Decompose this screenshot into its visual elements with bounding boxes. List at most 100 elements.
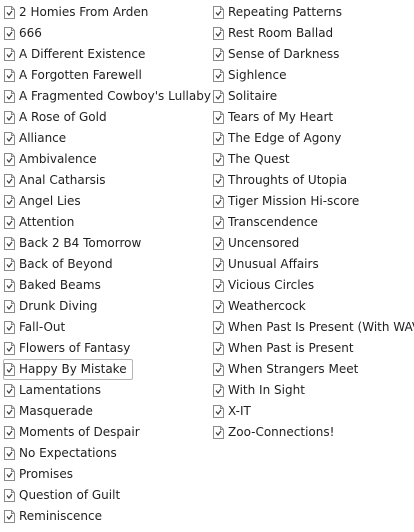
audio-file-icon (4, 447, 19, 460)
file-name-label: Anal Catharsis (19, 173, 106, 187)
file-list-item[interactable]: Uncensored (212, 233, 305, 254)
file-list-item[interactable]: Throughts of Utopia (212, 170, 353, 191)
file-list-item[interactable]: A Forgotten Farewell (3, 65, 148, 86)
file-list-item[interactable]: Solitaire (212, 86, 283, 107)
file-list-item[interactable]: With In Sight (212, 380, 311, 401)
file-list-item[interactable]: Repeating Patterns (212, 2, 348, 23)
file-list-item[interactable]: Attention (3, 212, 80, 233)
file-list-item[interactable]: The Quest (212, 149, 296, 170)
audio-file-icon (4, 426, 19, 439)
file-list-item[interactable]: Transcendence (212, 212, 324, 233)
audio-file-icon (4, 237, 19, 250)
audio-file-icon (4, 321, 19, 334)
audio-file-icon (4, 489, 19, 502)
file-list: 2 Homies From Arden 666 A Different Existe… (0, 0, 414, 532)
file-list-item[interactable]: When Past is Present (212, 338, 360, 359)
audio-file-icon (213, 216, 228, 229)
file-name-label: A Forgotten Farewell (19, 68, 142, 82)
file-list-item[interactable]: A Different Existence (3, 44, 151, 65)
file-list-item[interactable]: Zoo-Connections! (212, 422, 340, 443)
file-list-item[interactable]: Happy By Mistake (3, 359, 133, 380)
file-list-item[interactable]: A Rose of Gold (3, 107, 113, 128)
file-list-column-left: 2 Homies From Arden 666 A Different Existe… (3, 2, 211, 527)
file-list-item[interactable]: Promises (3, 464, 79, 485)
file-name-label: 2 Homies From Arden (19, 5, 149, 19)
audio-file-icon (4, 363, 19, 376)
file-list-item[interactable]: Masquerade (3, 401, 99, 422)
audio-file-icon (213, 237, 228, 250)
file-list-item[interactable]: When Strangers Meet (212, 359, 364, 380)
file-list-item[interactable]: Moments of Despair (3, 422, 146, 443)
file-list-column-right: Repeating Patterns Rest Room Ballad Sense … (212, 2, 414, 443)
audio-file-icon (4, 279, 19, 292)
audio-file-icon (213, 48, 228, 61)
file-name-label: A Rose of Gold (19, 110, 107, 124)
file-list-item[interactable]: Anal Catharsis (3, 170, 111, 191)
file-name-label: The Quest (228, 152, 290, 166)
file-name-label: When Past is Present (228, 341, 354, 355)
file-list-item[interactable]: No Expectations (3, 443, 123, 464)
file-list-item[interactable]: A Fragmented Cowboy's Lullaby (3, 86, 217, 107)
file-name-label: Fall-Out (19, 320, 66, 334)
file-name-label: Weathercock (228, 299, 306, 313)
file-name-label: Rest Room Ballad (228, 26, 334, 40)
file-list-item[interactable]: Ambivalence (3, 149, 103, 170)
audio-file-icon (213, 153, 228, 166)
file-list-item[interactable]: 2 Homies From Arden (3, 2, 154, 23)
file-name-label: Vicious Circles (228, 278, 315, 292)
file-name-label: Tiger Mission Hi-score (228, 194, 360, 208)
audio-file-icon (213, 426, 228, 439)
audio-file-icon (213, 321, 228, 334)
file-name-label: The Edge of Agony (228, 131, 342, 145)
audio-file-icon (4, 111, 19, 124)
file-list-item[interactable]: Sense of Darkness (212, 44, 345, 65)
file-name-label: Attention (19, 215, 75, 229)
audio-file-icon (4, 468, 19, 481)
file-list-item[interactable]: Sighlence (212, 65, 292, 86)
file-list-item[interactable]: Rest Room Ballad (212, 23, 339, 44)
audio-file-icon (4, 216, 19, 229)
file-list-item[interactable]: Vicious Circles (212, 275, 320, 296)
file-name-label: When Strangers Meet (228, 362, 359, 376)
file-list-item[interactable]: Unusual Affairs (212, 254, 325, 275)
file-list-item[interactable]: Lamentations (3, 380, 107, 401)
audio-file-icon (213, 6, 228, 19)
file-name-label: Promises (19, 467, 73, 481)
file-name-label: Zoo-Connections! (228, 425, 335, 439)
file-name-label: Solitaire (228, 89, 278, 103)
file-list-item[interactable]: Weathercock (212, 296, 312, 317)
file-list-item[interactable]: Tears of My Heart (212, 107, 339, 128)
file-name-label: Sighlence (228, 68, 287, 82)
audio-file-icon (4, 342, 19, 355)
file-list-item[interactable]: Tiger Mission Hi-score (212, 191, 365, 212)
file-name-label: Flowers of Fantasy (19, 341, 131, 355)
file-list-item[interactable]: Fall-Out (3, 317, 71, 338)
file-list-item[interactable]: Back 2 B4 Tomorrow (3, 233, 147, 254)
audio-file-icon (213, 405, 228, 418)
audio-file-icon (4, 27, 19, 40)
file-list-item[interactable]: X-IT (212, 401, 257, 422)
file-list-item[interactable]: Question of Guilt (3, 485, 126, 506)
file-name-label: A Different Existence (19, 47, 146, 61)
file-name-label: Alliance (19, 131, 67, 145)
file-list-item[interactable]: Drunk Diving (3, 296, 103, 317)
audio-file-icon (4, 405, 19, 418)
file-list-item[interactable]: When Past Is Present (With WAVE) (212, 317, 414, 338)
file-name-label: Masquerade (19, 404, 93, 418)
file-list-item[interactable]: Angel Lies (3, 191, 87, 212)
audio-file-icon (213, 300, 228, 313)
audio-file-icon (213, 279, 228, 292)
file-list-item[interactable]: Back of Beyond (3, 254, 119, 275)
audio-file-icon (4, 384, 19, 397)
file-name-label: When Past Is Present (With WAVE) (228, 320, 414, 334)
audio-file-icon (213, 69, 228, 82)
file-list-item[interactable]: Flowers of Fantasy (3, 338, 136, 359)
file-list-item[interactable]: Alliance (3, 128, 72, 149)
file-list-item[interactable]: The Edge of Agony (212, 128, 347, 149)
audio-file-icon (213, 342, 228, 355)
file-name-label: A Fragmented Cowboy's Lullaby (19, 89, 211, 103)
file-list-item[interactable]: Reminiscence (3, 506, 108, 527)
file-list-item[interactable]: Baked Beams (3, 275, 107, 296)
audio-file-icon (213, 363, 228, 376)
file-list-item[interactable]: 666 (3, 23, 48, 44)
